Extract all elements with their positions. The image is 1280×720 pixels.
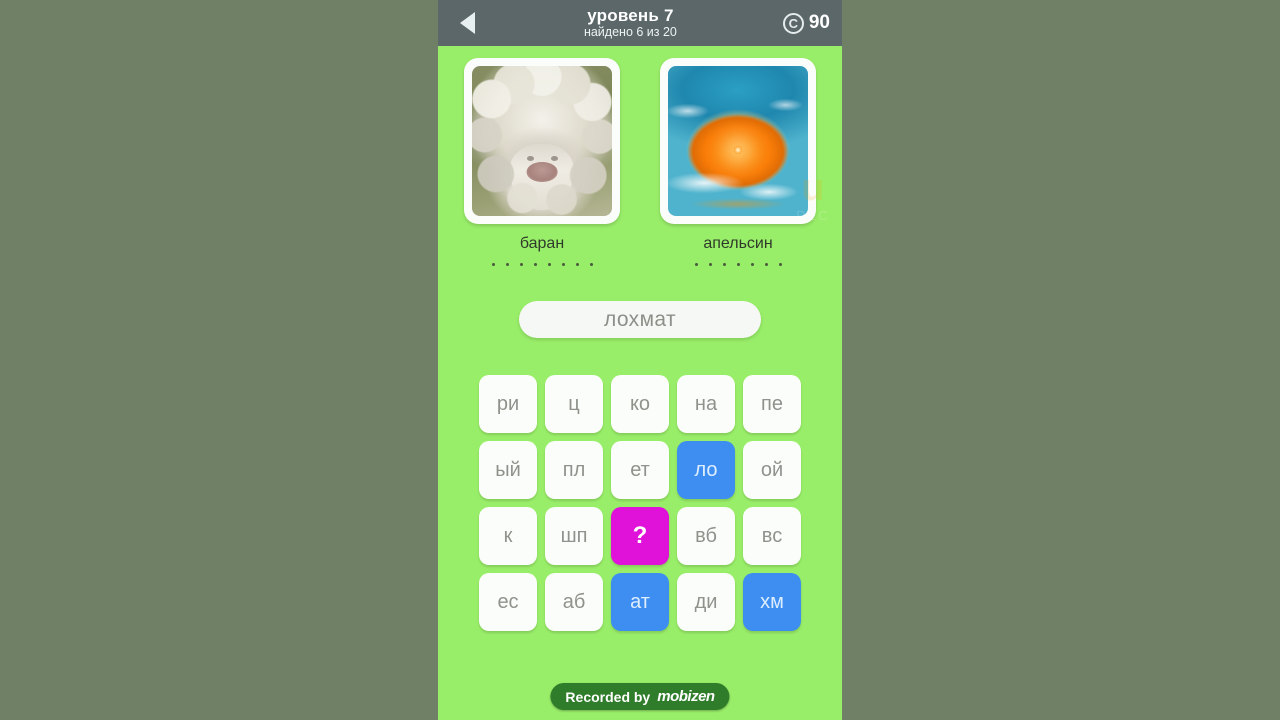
letter-tile[interactable]: ло	[677, 441, 735, 499]
word-dot	[750, 263, 754, 266]
fluffy-sheep-photo	[472, 66, 612, 216]
card-frame	[464, 58, 620, 224]
coin-count: 90	[808, 12, 830, 33]
card-label-2: апельсин	[703, 235, 773, 252]
word-dot	[547, 263, 551, 266]
letter-tile[interactable]: ат	[611, 573, 669, 631]
recorded-by-text: Recorded by	[565, 688, 651, 705]
word-dot	[708, 263, 712, 266]
word-dot	[491, 263, 495, 266]
letter-tile-grid: ри ц ко на пе ый пл ет ло ой к шп? вб вс ес аб ат ди хм	[479, 375, 801, 631]
word-dot	[764, 263, 768, 266]
word-dot	[533, 263, 537, 266]
word-dot	[505, 263, 509, 266]
letter-tile[interactable]: ый	[479, 441, 537, 499]
sheep-fleece-texture	[472, 66, 612, 216]
word-dot	[722, 263, 726, 266]
word-dot	[694, 263, 698, 266]
word-dot	[778, 263, 782, 266]
coin-icon: C	[782, 12, 804, 34]
letter-tile[interactable]: на	[677, 375, 735, 433]
back-arrow-icon	[459, 12, 475, 34]
word-dot	[589, 263, 593, 266]
letter-tile[interactable]: ц	[545, 375, 603, 433]
letter-tile[interactable]: пе	[743, 375, 801, 433]
word-dot	[561, 263, 565, 266]
letter-tile[interactable]: вб	[677, 507, 735, 565]
orange-highlight	[734, 146, 742, 154]
app-header: уровень 7 найдено 6 из 20 C 90	[438, 0, 842, 46]
word-dots-1	[491, 263, 593, 266]
letter-tile[interactable]: ет	[611, 441, 669, 499]
answer-value: лохмат	[603, 307, 677, 331]
card-label-1: баран	[519, 235, 565, 252]
word-dots-2	[694, 263, 782, 266]
mobizen-watermark: Recorded by mobizen	[550, 683, 730, 710]
word-dot	[519, 263, 523, 266]
letter-tile[interactable]: ко	[611, 375, 669, 433]
puzzle-cards: баран апельсин	[438, 58, 842, 266]
letter-tile[interactable]: вс	[743, 507, 801, 565]
sheep-eyes	[472, 156, 612, 162]
phone-screen: уровень 7 найдено 6 из 20 C 90 баран апе…	[438, 0, 842, 720]
letter-tile[interactable]: пл	[545, 441, 603, 499]
orange-in-water-splash-photo	[668, 66, 808, 216]
mobizen-logo: mobizen	[657, 688, 715, 705]
puzzle-card-1[interactable]: баран	[464, 58, 620, 266]
word-dot	[736, 263, 740, 266]
level-progress-text: найдено 6 из 20	[583, 24, 677, 39]
page-title: уровень 7	[587, 6, 674, 26]
answer-input[interactable]: лохмат	[519, 301, 761, 338]
letter-tile[interactable]: ес	[479, 573, 537, 631]
header-title-block: уровень 7 найдено 6 из 20	[478, 7, 783, 39]
letter-tile[interactable]: ри	[479, 375, 537, 433]
letter-tile[interactable]: хм	[743, 573, 801, 631]
card-frame	[660, 58, 816, 224]
puzzle-card-2[interactable]: апельсин	[660, 58, 816, 266]
letter-tile[interactable]: ой	[743, 441, 801, 499]
letter-tile[interactable]: шп	[545, 507, 603, 565]
word-dot	[575, 263, 579, 266]
coin-balance[interactable]: C 90	[782, 12, 830, 34]
letter-tile[interactable]: аб	[545, 573, 603, 631]
hint-tile[interactable]: ?	[611, 507, 669, 565]
letter-tile[interactable]: к	[479, 507, 537, 565]
letter-tile[interactable]: ди	[677, 573, 735, 631]
water-splash-texture	[668, 66, 808, 216]
